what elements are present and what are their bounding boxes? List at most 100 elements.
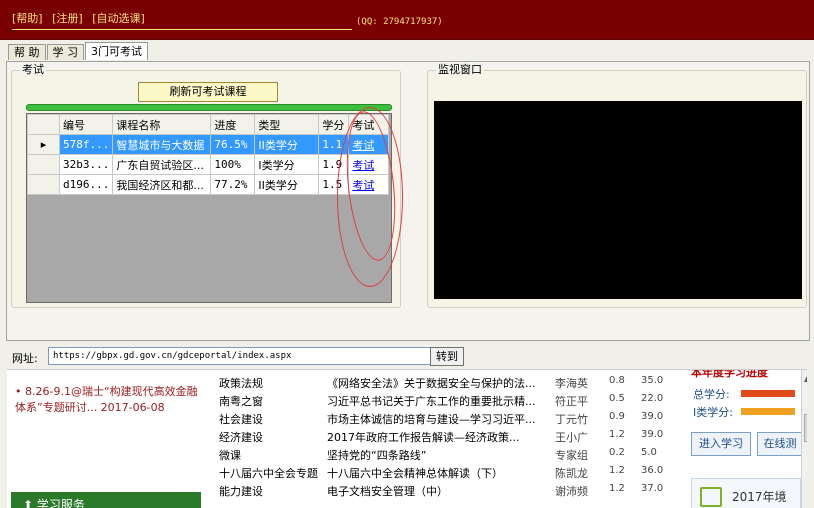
annual-card-text: 2017年境 <box>732 490 787 504</box>
course-hours: 39.0 <box>641 429 664 440</box>
enter-study-button[interactable]: 进入学习 <box>691 432 751 456</box>
cell-type: I类学分 <box>254 154 320 175</box>
top-links: [帮助] [注册] [自动选课] <box>12 10 151 26</box>
top-underline <box>12 29 352 30</box>
progress-panel-title: 本年度学习进度 <box>691 370 768 378</box>
refresh-courses-button[interactable]: 刷新可考试课程 <box>138 82 278 102</box>
table-row[interactable]: ▸ 578f... 智慧城市与大数据 76.5% II类学分 1.1 考试 <box>27 134 390 155</box>
tab-help[interactable]: 帮 助 <box>8 44 46 60</box>
study-service-label: 学习服务 <box>36 498 85 508</box>
table-row[interactable]: d196... 我国经济区和都... 77.2% II类学分 1.5 考试 <box>27 174 390 195</box>
vertical-scrollbar[interactable]: ▲ <box>801 370 807 508</box>
course-hours: 39.0 <box>641 411 664 422</box>
col-header-id[interactable]: 编号 <box>58 114 114 135</box>
row-selector-icon[interactable]: ▸ <box>27 134 60 155</box>
top-banner: [帮助] [注册] [自动选课] (QQ: 2794717937) <box>0 0 814 40</box>
news-item[interactable]: • 8.26-9.1@瑞士“构建现代高效金融体系”专题研讨... 2017-06… <box>15 384 203 416</box>
course-title[interactable]: 十八届六中全会精神总体解读（下） <box>327 465 555 481</box>
course-teacher: 专家组 <box>555 449 588 462</box>
col-header-type[interactable]: 类型 <box>254 114 320 135</box>
cell-name: 广东自贸试验区... <box>112 154 212 175</box>
total-credit-label: 总学分: <box>693 388 730 401</box>
cell-progress: 100% <box>210 154 256 175</box>
cell-id: 578f... <box>58 134 114 155</box>
course-hours: 35.0 <box>641 375 664 386</box>
annual-card[interactable]: 2017年境 <box>691 478 801 508</box>
course-title[interactable]: 电子文档安全管理（中） <box>327 483 555 499</box>
course-teacher: 李海英 <box>555 377 588 390</box>
row-header-corner <box>27 114 60 135</box>
scroll-thumb[interactable] <box>804 414 807 442</box>
tab-exams[interactable]: 3门可考试 <box>85 42 148 60</box>
tab-study[interactable]: 学 习 <box>46 44 84 60</box>
course-credit: 0.2 <box>609 447 625 458</box>
edit-icon <box>700 487 722 507</box>
url-input[interactable]: https://gbpx.gd.gov.cn/gdceportal/index.… <box>48 347 432 365</box>
tab-strip: 帮 助 学 习 3门可考试 <box>8 42 149 61</box>
course-category: 社会建设 <box>219 413 263 426</box>
embedded-webpage: • 8.26-9.1@瑞士“构建现代高效金融体系”专题研讨... 2017-06… <box>7 369 807 508</box>
auto-select-link[interactable]: [自动选课] <box>92 12 145 25</box>
course-teacher: 陈凯龙 <box>555 467 588 480</box>
cell-progress: 76.5% <box>210 134 256 155</box>
col-header-credit[interactable]: 学分 <box>318 114 350 135</box>
course-credit: 1.2 <box>609 465 625 476</box>
cell-name: 智慧城市与大数据 <box>112 134 212 155</box>
address-label: 网址: <box>12 352 38 365</box>
course-category: 十八届六中全会专题 <box>219 467 318 480</box>
course-category: 微课 <box>219 449 241 462</box>
course-credit: 0.9 <box>609 411 625 422</box>
cell-name: 我国经济区和都... <box>112 174 212 195</box>
tab-panel: 考试 刷新可考试课程 编号 课程名称 进度 类型 学分 考试 ▸ 578f...… <box>6 61 810 341</box>
monitor-group: 监视窗口 <box>427 64 807 308</box>
go-button[interactable]: 转到 <box>430 347 464 366</box>
class1-credit-label: I类学分: <box>693 406 733 419</box>
monitor-screen <box>434 101 802 299</box>
course-table: 编号 课程名称 进度 类型 学分 考试 ▸ 578f... 智慧城市与大数据 7… <box>27 114 390 195</box>
scroll-up-icon[interactable]: ▲ <box>804 374 807 383</box>
address-bar: 网址: https://gbpx.gd.gov.cn/gdceportal/in… <box>6 344 810 368</box>
online-test-button[interactable]: 在线测 <box>757 432 803 456</box>
qq-number: (QQ: 2794717937) <box>356 17 443 27</box>
course-credit: 1.2 <box>609 483 625 494</box>
course-hours: 37.0 <box>641 483 664 494</box>
course-title[interactable]: 《网络安全法》关于数据安全与保护的法... <box>327 375 555 391</box>
row-selector[interactable] <box>27 154 60 175</box>
course-title[interactable]: 2017年政府工作报告解读—经济政策... <box>327 429 555 445</box>
course-teacher: 谢沛频 <box>555 485 588 498</box>
home-icon: ⬆ <box>23 498 34 508</box>
help-link[interactable]: [帮助] <box>12 12 43 25</box>
course-category: 经济建设 <box>219 431 263 444</box>
col-header-name[interactable]: 课程名称 <box>112 114 212 135</box>
total-credit-bar <box>741 390 795 397</box>
table-row[interactable]: 32b3... 广东自贸试验区... 100% I类学分 1.9 考试 <box>27 154 390 175</box>
course-title[interactable]: 市场主体诚信的培育与建设—学习习近平... <box>327 411 555 427</box>
row-selector[interactable] <box>27 174 60 195</box>
course-title[interactable]: 习近平总书记关于广东工作的重要批示精... <box>327 393 555 409</box>
course-teacher: 王小广 <box>555 431 588 444</box>
course-category: 南粤之窗 <box>219 395 263 408</box>
course-hours: 36.0 <box>641 465 664 476</box>
cell-id: d196... <box>58 174 114 195</box>
exam-group: 考试 刷新可考试课程 编号 课程名称 进度 类型 学分 考试 ▸ 578f...… <box>11 64 403 308</box>
table-header-row: 编号 课程名称 进度 类型 学分 考试 <box>27 114 390 135</box>
course-teacher: 丁元竹 <box>555 413 588 426</box>
cell-progress: 77.2% <box>210 174 256 195</box>
course-hours: 22.0 <box>641 393 664 404</box>
cell-type: II类学分 <box>254 134 320 155</box>
col-header-progress[interactable]: 进度 <box>210 114 256 135</box>
course-hours: 5.0 <box>641 447 657 458</box>
course-category: 政策法规 <box>219 377 263 390</box>
course-credit: 0.8 <box>609 375 625 386</box>
register-link[interactable]: [注册] <box>52 12 83 25</box>
exam-group-title: 考试 <box>20 63 46 76</box>
course-category: 能力建设 <box>219 485 263 498</box>
cell-id: 32b3... <box>58 154 114 175</box>
course-teacher: 符正平 <box>555 395 588 408</box>
course-title[interactable]: 坚持党的“四条路线” <box>327 447 555 463</box>
study-service-bar[interactable]: ⬆ 学习服务 <box>11 492 201 508</box>
monitor-group-title: 监视窗口 <box>436 63 484 76</box>
course-credit: 1.2 <box>609 429 625 440</box>
progress-bar <box>26 104 392 111</box>
class1-credit-bar <box>741 408 795 415</box>
